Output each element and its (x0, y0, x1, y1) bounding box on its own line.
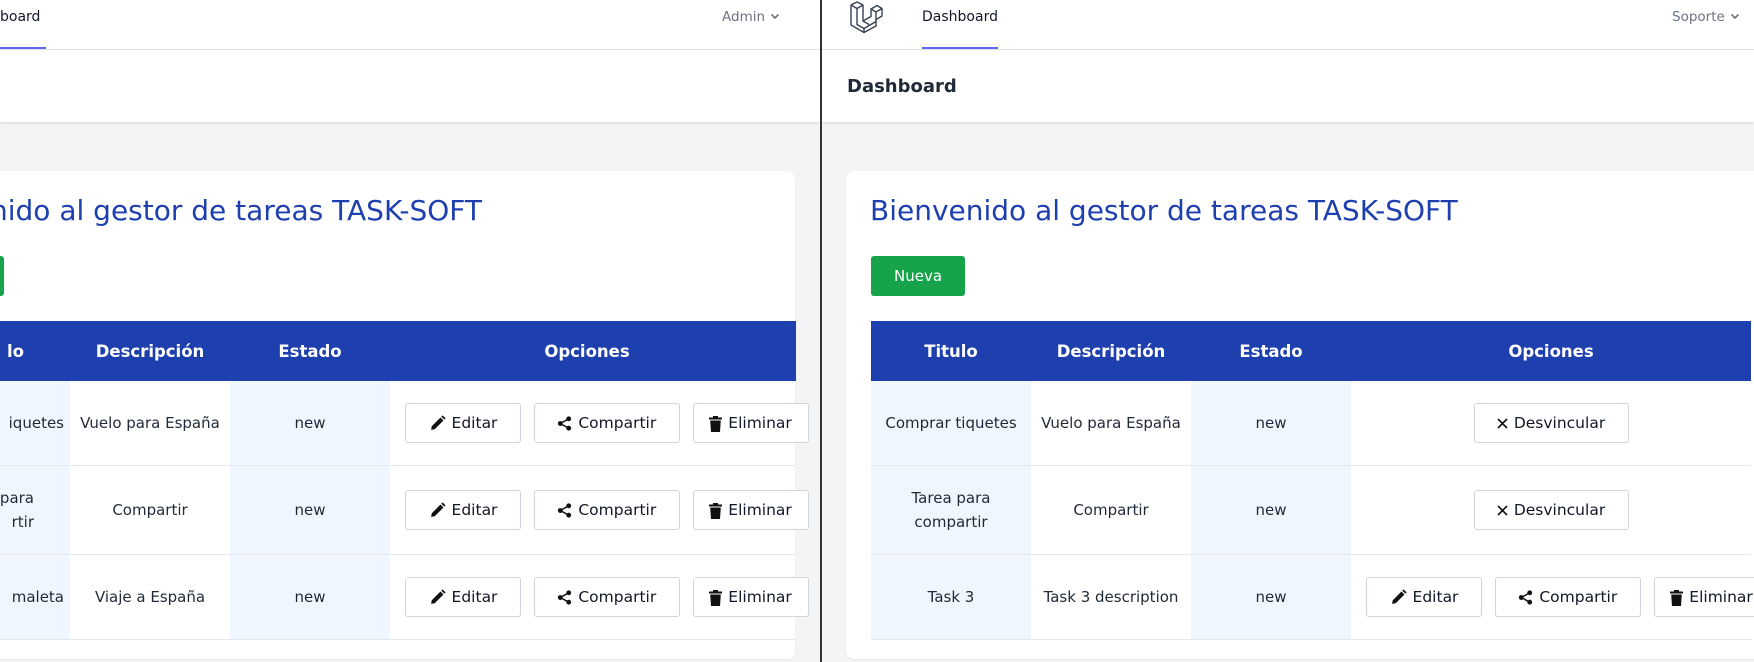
pencil-icon (429, 589, 446, 606)
edit-button[interactable]: Editar (405, 490, 521, 530)
task-status: new (230, 381, 390, 466)
pencil-icon (1390, 589, 1407, 606)
share-button[interactable]: Compartir (533, 577, 680, 617)
column-header-description: Descripción (1031, 321, 1191, 381)
task-description: Compartir (1031, 465, 1191, 555)
task-title: Tarea para compartir (871, 465, 1031, 555)
task-description: Task 3 description (1031, 554, 1191, 640)
top-navigation: Dashboard Soporte (822, 0, 1754, 50)
share-button[interactable]: Compartir (533, 490, 680, 530)
task-title: iquetes (0, 381, 70, 466)
table-row: iquetes Vuelo para España new Editar Com… (0, 381, 809, 466)
share-button[interactable]: Compartir (1494, 577, 1641, 617)
user-name: Soporte (1672, 9, 1725, 25)
task-options: Desvincular (1351, 381, 1751, 466)
table-header-row: lo Descripción Estado Opciones (0, 321, 796, 381)
column-header-title: lo (0, 321, 70, 381)
table-header-row: Titulo Descripción Estado Opciones (871, 321, 1751, 381)
task-options: Desvincular (1351, 465, 1751, 555)
delete-button[interactable]: Eliminar (692, 577, 809, 617)
top-navigation: board Admin (0, 0, 820, 50)
task-options: Editar Compartir Eliminar (1351, 554, 1754, 640)
tasks-table: lo Descripción Estado Opciones iquetes V… (0, 321, 809, 640)
unlink-button[interactable]: Desvincular (1473, 403, 1629, 443)
column-header-description: Descripción (70, 321, 230, 381)
task-description: Vuelo para España (1031, 381, 1191, 466)
table-row: para rtir Compartir new Editar Compartir… (0, 465, 809, 555)
edit-button[interactable]: Editar (405, 577, 521, 617)
chevron-down-icon (770, 0, 780, 34)
task-status: new (230, 554, 390, 640)
user-menu[interactable]: Admin (722, 0, 780, 34)
task-description: Vuelo para España (70, 381, 230, 466)
table-row: Comprar tiquetes Vuelo para España new D… (871, 381, 1751, 466)
chevron-down-icon (1730, 0, 1740, 34)
close-icon (1497, 418, 1508, 429)
share-icon (1518, 590, 1533, 605)
delete-button[interactable]: Eliminar (1653, 577, 1754, 617)
delete-button[interactable]: Eliminar (692, 490, 809, 530)
share-button[interactable]: Compartir (533, 403, 680, 443)
column-header-options: Opciones (390, 321, 796, 381)
task-status: new (1191, 381, 1351, 466)
page-title: Dashboard (847, 76, 957, 97)
pencil-icon (429, 502, 446, 519)
share-icon (557, 416, 572, 431)
nav-link-dashboard[interactable]: board (0, 0, 47, 49)
pencil-icon (429, 415, 446, 432)
task-status: new (1191, 465, 1351, 555)
task-options: Editar Compartir Eliminar (390, 381, 809, 466)
task-options: Editar Compartir Eliminar (390, 465, 809, 555)
table-row: maleta Viaje a España new Editar Compart… (0, 554, 809, 640)
share-icon (557, 590, 572, 605)
column-header-status: Estado (1191, 321, 1351, 381)
column-header-status: Estado (230, 321, 390, 381)
table-row: Tarea para compartir Compartir new Desvi… (871, 465, 1751, 555)
delete-button[interactable]: Eliminar (692, 403, 809, 443)
welcome-heading: nido al gestor de tareas TASK-SOFT (0, 194, 482, 227)
right-window: Dashboard Soporte Dashboard Bienvenido a… (822, 0, 1754, 662)
task-description: Viaje a España (70, 554, 230, 640)
task-status: new (230, 465, 390, 555)
laravel-logo-icon[interactable] (849, 0, 883, 34)
task-title: Comprar tiquetes (871, 381, 1031, 466)
new-task-button[interactable]: Nueva (871, 256, 965, 296)
page-header (0, 50, 820, 122)
user-name: Admin (722, 9, 766, 25)
trash-icon (709, 589, 723, 606)
page-header: Dashboard (822, 50, 1754, 122)
column-header-options: Opciones (1351, 321, 1751, 381)
unlink-button[interactable]: Desvincular (1473, 490, 1629, 530)
new-task-button[interactable] (0, 256, 4, 296)
task-title: Task 3 (871, 554, 1031, 640)
task-status: new (1191, 554, 1351, 640)
task-title: para rtir (0, 465, 70, 555)
column-header-title: Titulo (871, 321, 1031, 381)
trash-icon (709, 502, 723, 519)
left-window: board Admin nido al gestor de tareas TAS… (0, 0, 820, 662)
task-title: maleta (0, 554, 70, 640)
edit-button[interactable]: Editar (1366, 577, 1482, 617)
trash-icon (709, 415, 723, 432)
close-icon (1497, 505, 1508, 516)
welcome-heading: Bienvenido al gestor de tareas TASK-SOFT (870, 194, 1458, 227)
edit-button[interactable]: Editar (405, 403, 521, 443)
trash-icon (1670, 589, 1684, 606)
tasks-table: Titulo Descripción Estado Opciones Compr… (871, 321, 1754, 640)
table-row: Task 3 Task 3 description new Editar Com… (871, 554, 1754, 640)
task-description: Compartir (70, 465, 230, 555)
share-icon (557, 503, 572, 518)
task-options: Editar Compartir Eliminar (390, 554, 809, 640)
user-menu[interactable]: Soporte (1672, 0, 1740, 34)
nav-link-dashboard[interactable]: Dashboard (922, 0, 998, 49)
